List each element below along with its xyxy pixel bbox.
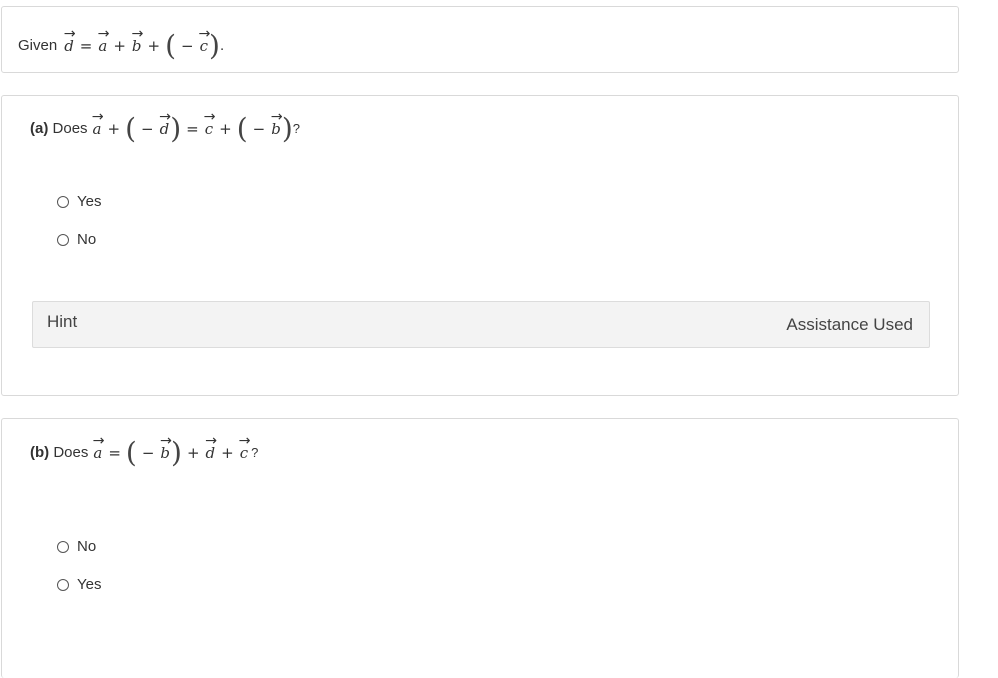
close-paren: ) [171,436,182,469]
vector-a: a [97,37,108,55]
minus-sign: − [141,443,155,462]
open-paren: ( [125,112,137,145]
plus-sign: + [221,443,234,462]
hint-toggle[interactable]: Hint Assistance Used [32,301,930,348]
given-statement: Given d = a + b + ( − c ) . [18,29,224,62]
given-label: Given [18,37,58,54]
minus-sign: − [252,119,266,138]
given-card: Given d = a + b + ( − c ) . [1,6,959,73]
option-a-no[interactable]: No [57,231,96,248]
vector-a: a [92,120,103,138]
vector-c: c [239,444,249,462]
option-label: No [77,538,97,555]
question-a-label: (a) Does [30,120,88,137]
question-a-text: (a) Does a + ( − d ) = c + ( − b ) ? [30,112,300,145]
open-paren: ( [125,436,137,469]
open-paren: ( [165,29,177,62]
plus-sign: + [186,443,200,462]
question-b-label: (b) Does [30,444,88,461]
open-paren: ( [236,112,248,145]
equals-sign: = [79,36,93,55]
plus-sign: + [147,36,161,55]
question-mark: ? [292,121,300,136]
minus-sign: − [181,36,194,55]
option-label: Yes [77,576,102,593]
option-a-yes[interactable]: Yes [57,193,101,210]
assistance-used-status: Assistance Used [786,315,913,334]
prompt-word: Does [52,120,88,137]
option-label: No [77,231,97,248]
equals-sign: = [108,443,121,462]
plus-sign: + [219,119,232,138]
vector-d: d [63,37,75,55]
radio-button[interactable] [57,195,69,208]
equals-sign: = [186,119,199,138]
minus-sign: − [141,119,154,138]
vector-d: d [159,120,171,138]
close-paren: ) [209,29,220,62]
vector-c: c [199,37,209,55]
vector-c: c [204,120,214,138]
vector-a: a [92,444,103,462]
vector-b: b [270,120,282,138]
radio-button[interactable] [57,540,69,553]
close-paren: ) [281,112,293,145]
radio-button[interactable] [57,233,69,246]
vector-b: b [159,444,171,462]
vector-d: d [205,444,217,462]
plus-sign: + [107,119,121,138]
vector-b: b [131,37,143,55]
option-b-yes[interactable]: Yes [57,576,101,593]
radio-button[interactable] [57,578,69,591]
hint-label: Hint [47,312,78,331]
part-label: (a) [30,120,49,137]
option-label: Yes [77,193,102,210]
plus-sign: + [113,36,126,55]
option-b-no[interactable]: No [57,538,96,555]
question-mark: ? [251,445,259,460]
part-label: (b) [30,444,50,461]
close-paren: ) [170,112,182,145]
prompt-word: Does [53,444,89,461]
period: . [219,37,225,54]
question-b-text: (b) Does a = ( − b ) + d + c ? [30,436,258,469]
